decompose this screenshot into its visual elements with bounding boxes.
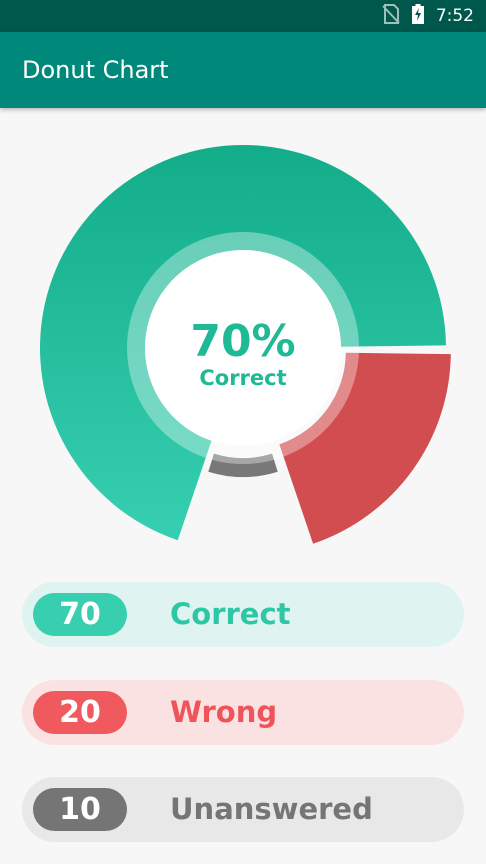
clock: 7:52 — [435, 6, 474, 26]
center-label: 70% Correct — [143, 316, 343, 391]
legend-label-correct: Correct — [170, 597, 291, 631]
status-bar: 7:52 — [0, 0, 486, 32]
no-sim-icon — [382, 3, 400, 29]
donut-chart: 70% Correct — [0, 108, 486, 568]
center-percent: 70% — [190, 316, 296, 367]
legend-row-correct[interactable]: 70 Correct — [22, 582, 464, 647]
legend-label-wrong: Wrong — [170, 695, 278, 729]
app-bar: Donut Chart — [0, 32, 486, 108]
legend-value-correct: 70 — [33, 593, 127, 636]
legend-value-unanswered: 10 — [33, 788, 127, 831]
legend-row-wrong[interactable]: 20 Wrong — [22, 680, 464, 745]
center-caption: Correct — [199, 366, 287, 390]
legend-row-unanswered[interactable]: 10 Unanswered — [22, 777, 464, 842]
page-title: Donut Chart — [22, 56, 169, 84]
battery-charging-icon — [411, 3, 424, 29]
legend-label-unanswered: Unanswered — [170, 792, 373, 826]
legend-value-wrong: 20 — [33, 691, 127, 734]
